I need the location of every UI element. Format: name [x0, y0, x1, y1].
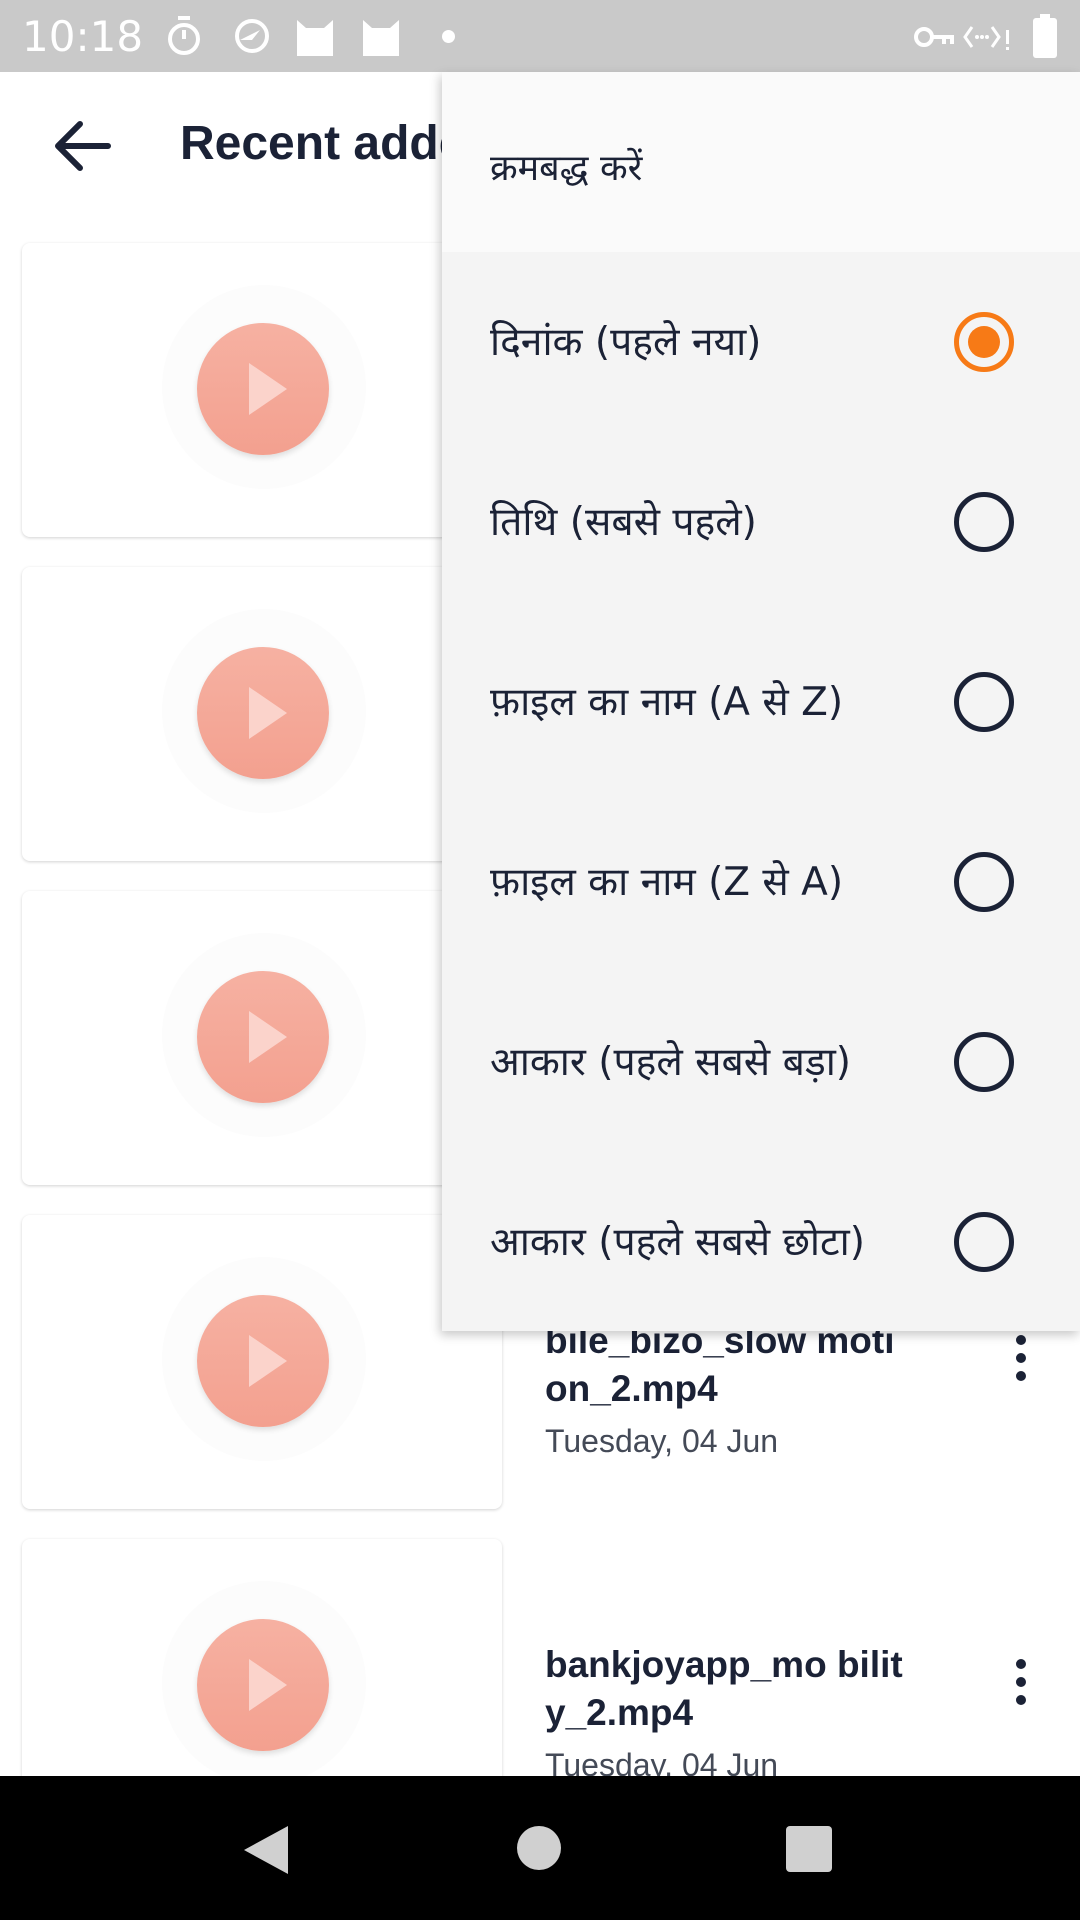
sort-option-label: फ़ाइल का नाम (A से Z) — [490, 680, 844, 725]
sort-option-name-az[interactable]: फ़ाइल का नाम (A से Z) — [442, 612, 1080, 792]
file-date: Tuesday, 04 Jun — [545, 1423, 779, 1459]
status-time: 10:18 — [22, 12, 144, 61]
play-icon[interactable] — [197, 1295, 329, 1427]
radio-button[interactable] — [954, 1032, 1014, 1092]
sort-option-label: आकार (पहले सबसे बड़ा) — [490, 1040, 852, 1085]
dot-icon — [442, 30, 455, 43]
sort-menu-header: क्रमबद्ध करें — [442, 72, 1080, 252]
file-name: bankjoyapp_mo bility_2.mp4 — [545, 1644, 903, 1733]
sort-option-label: तिथि (सबसे पहले) — [490, 500, 757, 545]
nav-recents-icon[interactable] — [786, 1826, 832, 1872]
page-title: Recent adde — [180, 117, 466, 170]
sort-option-label: आकार (पहले सबसे छोटा) — [490, 1220, 865, 1265]
video-thumbnail[interactable] — [22, 1215, 502, 1509]
sort-option-date-oldest[interactable]: तिथि (सबसे पहले) — [442, 432, 1080, 612]
status-bar: 10:18 — [0, 0, 1080, 72]
radio-button-selected[interactable] — [954, 312, 1014, 372]
play-icon[interactable] — [197, 647, 329, 779]
sort-menu: क्रमबद्ध करें दिनांक (पहले नया) तिथि (सब… — [442, 72, 1080, 1331]
data-transfer-icon — [963, 26, 1009, 50]
sort-option-size-smallest[interactable]: आकार (पहले सबसे छोटा) — [442, 1152, 1080, 1332]
play-icon[interactable] — [197, 971, 329, 1103]
radio-button[interactable] — [954, 852, 1014, 912]
sort-option-name-za[interactable]: फ़ाइल का नाम (Z से A) — [442, 792, 1080, 972]
arrow-back-icon[interactable] — [50, 118, 114, 174]
system-nav-bar — [0, 1776, 1080, 1920]
sort-option-size-largest[interactable]: आकार (पहले सबसे बड़ा) — [442, 972, 1080, 1152]
key-icon — [914, 27, 954, 47]
vpn-swirl-icon — [235, 19, 269, 53]
timer-icon — [168, 16, 200, 55]
nav-home-icon[interactable] — [517, 1826, 561, 1870]
cat-icon — [297, 20, 333, 56]
sort-option-date-newest[interactable]: दिनांक (पहले नया) — [442, 252, 1080, 432]
radio-button[interactable] — [954, 1212, 1014, 1272]
cat-icon — [363, 20, 399, 56]
radio-button[interactable] — [954, 492, 1014, 552]
radio-button[interactable] — [954, 672, 1014, 732]
video-thumbnail[interactable] — [22, 567, 502, 861]
nav-back-icon[interactable] — [244, 1826, 288, 1874]
video-thumbnail[interactable] — [22, 243, 502, 537]
more-options-icon[interactable] — [1010, 1659, 1034, 1715]
sort-menu-title: क्रमबद्ध करें — [490, 148, 643, 189]
battery-icon — [1033, 14, 1057, 58]
sort-option-label: फ़ाइल का नाम (Z से A) — [490, 860, 844, 905]
play-icon[interactable] — [197, 323, 329, 455]
video-thumbnail[interactable] — [22, 891, 502, 1185]
more-options-icon[interactable] — [1010, 1335, 1034, 1391]
sort-option-label: दिनांक (पहले नया) — [490, 320, 762, 365]
play-icon[interactable] — [197, 1619, 329, 1751]
